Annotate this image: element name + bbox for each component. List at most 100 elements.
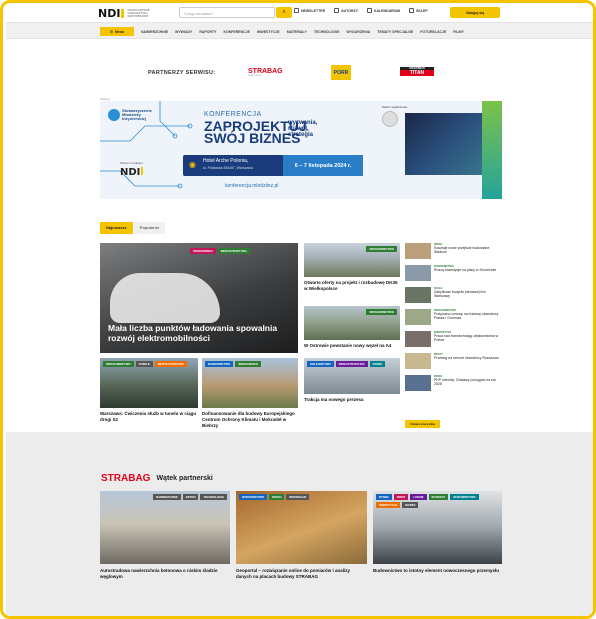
category-badge: Beton xyxy=(182,494,199,500)
banner-venue-bar: ◉ Hotel Arche Polonia, ul. Puławska 85A/… xyxy=(183,155,363,176)
article-title: Budownictwo to istotny element nowoczesn… xyxy=(373,568,500,573)
category-badge: Infrastruktura xyxy=(217,248,250,254)
nav-item[interactable]: Nawierzchnie xyxy=(141,30,168,34)
category-badge: Drogownictwo xyxy=(366,246,397,252)
nav-item[interactable]: Inwestycje xyxy=(257,30,280,34)
article-image: Budownictwo Drogi Innowacje xyxy=(236,491,367,564)
top-link-calendar[interactable]: Kalendarium xyxy=(366,8,400,13)
see-all-button[interactable]: Zobacz wszystkie xyxy=(405,420,441,428)
patron-label: Patron wydarzenia: xyxy=(382,105,408,109)
top-bar: NDI NOWOCZESNE DORADZTWO INŻYNIERSKIE Cz… xyxy=(98,6,504,20)
hero-badges: Środowisko Infrastruktura xyxy=(190,248,250,254)
conference-banner[interactable]: Stowarzyszenie Młodzieży Inżynierskiej P… xyxy=(100,101,502,199)
category-badge: Środowisko xyxy=(235,361,261,367)
article-card[interactable]: Drogownictwo Otwarte oferty na projekt i… xyxy=(304,243,400,292)
partner-article-card[interactable]: Budownictwo Drogi Innowacje Geoportal – … xyxy=(236,491,367,611)
list-item[interactable]: Kolej Zabytkowe budynki pierwszej linii W… xyxy=(405,287,502,307)
news-tabs: Najnowsze Popularne xyxy=(100,222,166,234)
hero-article[interactable]: Środowisko Infrastruktura Mała liczba pu… xyxy=(100,243,298,353)
nav-item[interactable]: Wydarzenia xyxy=(347,30,371,34)
login-button[interactable]: Zaloguj się xyxy=(450,7,500,18)
hero-title: Mała liczba punktów ładowania spowalnia … xyxy=(108,323,278,343)
article-card[interactable]: Drogownictwo W Ostrowie powstanie nowy w… xyxy=(304,306,400,349)
partners-row: PARTNERZY SERWISU: STRABAG TEAMS WORK POR… xyxy=(148,65,448,81)
nav-item[interactable]: Fotorelacje xyxy=(420,30,446,34)
article-card[interactable]: Drogownictwo Tunele Bezpieczeństwo Warsz… xyxy=(100,358,198,423)
category-badge: Rynek xyxy=(376,494,392,500)
nav-item[interactable]: Konferencje xyxy=(223,30,249,34)
nav-item[interactable]: Tematy specjalne xyxy=(377,30,413,34)
article-card[interactable]: Budownictwo Środowisko Dofinansowanie dl… xyxy=(202,358,298,429)
category-badge: Nawierzchnie xyxy=(153,494,181,500)
category-badge: Kolejnictwo xyxy=(307,361,334,367)
article-title: Dofinansowanie dla budowy Europejskiego … xyxy=(202,411,295,428)
menu-button[interactable]: ☰ Menu xyxy=(100,27,134,36)
banner-tagline: wyzwania, rozwój, strategia xyxy=(288,120,318,138)
category-badge: Ludzie xyxy=(410,494,427,500)
article-title: Warszawa: Ćwiczenia służb w tunelu w cią… xyxy=(100,411,197,422)
list-thumb xyxy=(405,287,431,303)
category-badge: Drogi xyxy=(269,494,285,500)
partner-section-header: STRABAG Wątek partnerski xyxy=(101,473,213,484)
category-badge: Wywiady xyxy=(428,494,449,500)
article-image: Drogownictwo Tunele Bezpieczeństwo xyxy=(100,358,198,408)
list-thumb xyxy=(405,331,431,347)
organizer-logo: Stowarzyszenie Młodzieży Inżynierskiej xyxy=(108,109,162,121)
titan-logo[interactable]: SCHERBECK TITAN xyxy=(400,67,434,76)
nav-item[interactable]: Wywiady xyxy=(175,30,192,34)
list-thumb xyxy=(405,353,431,369)
tab-popular[interactable]: Popularne xyxy=(133,222,166,234)
category-badge: Innowacje xyxy=(286,494,310,500)
category-badge: Budownictwo xyxy=(450,494,479,500)
list-item[interactable]: Budownictwo Ruszą inwestycje na placy w S… xyxy=(405,265,502,285)
list-item[interactable]: Drogownictwo Podpisano umowę na budowę ob… xyxy=(405,309,502,329)
list-thumb xyxy=(405,243,431,259)
mail-icon xyxy=(294,8,299,13)
list-thumb xyxy=(405,375,431,391)
top-link-shop[interactable]: Sklep xyxy=(409,8,428,13)
strabag-logo[interactable]: STRABAG TEAMS WORK xyxy=(248,68,283,77)
list-thumb xyxy=(405,309,431,325)
location-pin-icon: ◉ xyxy=(189,160,196,169)
banner-address: ul. Puławska 85A/87, Warszawa xyxy=(203,166,253,170)
category-badge: Bezpieczeństwo xyxy=(154,361,187,367)
nav-item[interactable]: Filmy xyxy=(453,30,464,34)
search-button[interactable]: ⌕ xyxy=(276,7,292,18)
banner-date: 6 – 7 listopada 2024 r. xyxy=(283,155,363,176)
article-title: Trakcja ma nowego prezesa xyxy=(304,397,364,402)
top-link-newsletter[interactable]: Newsletter xyxy=(294,8,325,13)
partners-label: PARTNERZY SERWISU: xyxy=(148,70,216,76)
hero-car-image xyxy=(110,273,220,323)
category-badge: Środowisko xyxy=(190,248,216,254)
main-nav: ☰ Menu Nawierzchnie Wywiady Raporty Konfe… xyxy=(6,22,593,39)
list-item[interactable]: Energetyka Praca nad transformacją ciepło… xyxy=(405,331,502,351)
partner-article-card[interactable]: Rynek Firmy Ludzie Wywiady Budownictwo I… xyxy=(373,491,502,611)
site-logo[interactable]: NDI NOWOCZESNE DORADZTWO INŻYNIERSKIE xyxy=(98,7,149,20)
partner-section-title: Wątek partnerski xyxy=(156,475,213,482)
article-image: Nawierzchnie Beton Technologie xyxy=(100,491,230,564)
nav-item[interactable]: Raporty xyxy=(199,30,216,34)
article-image: Budownictwo Środowisko xyxy=(202,358,298,408)
nav-item[interactable]: Technologie xyxy=(314,30,340,34)
category-badge: Technologie xyxy=(200,494,227,500)
list-item[interactable]: Drogi Kosztuje nowe przejście budowlane S… xyxy=(405,243,502,263)
cart-icon xyxy=(409,8,415,13)
porr-logo[interactable]: PORR xyxy=(331,65,351,80)
nav-item[interactable]: Materiały xyxy=(287,30,307,34)
article-card[interactable]: Kolejnictwo Infrastruktura Rynek Trakcja… xyxy=(304,358,400,403)
list-item[interactable]: Drogi PKP Intercity: Dostawy pociągów na … xyxy=(405,375,502,395)
tab-latest[interactable]: Najnowsze xyxy=(100,222,133,234)
list-item[interactable]: Mosty Przetarg na remont obwodnicy Rzeszo… xyxy=(405,353,502,373)
search-input[interactable]: Czego szukasz? xyxy=(179,7,275,18)
top-link-authors[interactable]: Autorzy xyxy=(334,8,358,13)
article-title: Otwarte oferty na projekt i rozbudowę DK… xyxy=(304,280,398,291)
search-icon: ⌕ xyxy=(282,9,286,15)
hamburger-icon: ☰ xyxy=(109,29,113,34)
strabag-section-logo[interactable]: STRABAG xyxy=(101,473,150,484)
patron-crest-icon xyxy=(382,111,398,127)
category-badge: Drogownictwo xyxy=(366,309,397,315)
partner-section: STRABAG Wątek partnerski Nawierzchnie Be… xyxy=(6,432,593,616)
partner-article-card[interactable]: Nawierzchnie Beton Technologie Autostrad… xyxy=(100,491,230,611)
article-image: Drogownictwo xyxy=(304,306,400,340)
banner-url[interactable]: konferencja.mlodziinz.pl xyxy=(225,183,278,189)
